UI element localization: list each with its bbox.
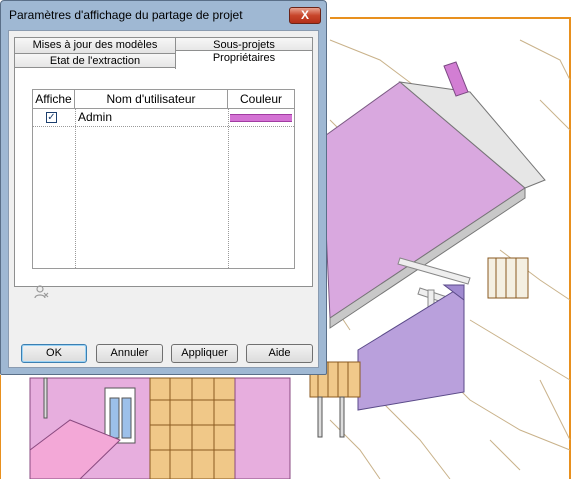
column-header-username[interactable]: Nom d'utilisateur (75, 90, 228, 109)
close-button[interactable]: X (289, 7, 321, 24)
owners-table: Affiche Nom d'utilisateur Couleur ✓ Admi… (32, 89, 295, 269)
column-divider (228, 109, 229, 268)
cancel-button[interactable]: Annuler (96, 344, 163, 363)
help-button[interactable]: Aide (246, 344, 313, 363)
ok-button[interactable]: OK (21, 344, 87, 363)
dialog-titlebar[interactable]: Paramètres d'affichage du partage de pro… (1, 1, 326, 29)
column-divider (75, 109, 76, 268)
show-checkbox-admin[interactable]: ✓ (46, 112, 57, 123)
user-settings-icon[interactable] (33, 284, 49, 300)
dialog-title: Paramètres d'affichage du partage de pro… (9, 8, 243, 22)
username-cell-admin: Admin (78, 110, 113, 124)
owner-color-swatch[interactable] (230, 114, 292, 122)
apply-button[interactable]: Appliquer (171, 344, 238, 363)
tab-owners[interactable]: Propriétaires (175, 50, 313, 69)
tab-model-updates[interactable]: Mises à jour des modèles (14, 37, 176, 53)
column-header-show[interactable]: Affiche (33, 90, 75, 109)
row-divider (33, 126, 294, 127)
column-header-color[interactable]: Couleur (228, 90, 294, 109)
